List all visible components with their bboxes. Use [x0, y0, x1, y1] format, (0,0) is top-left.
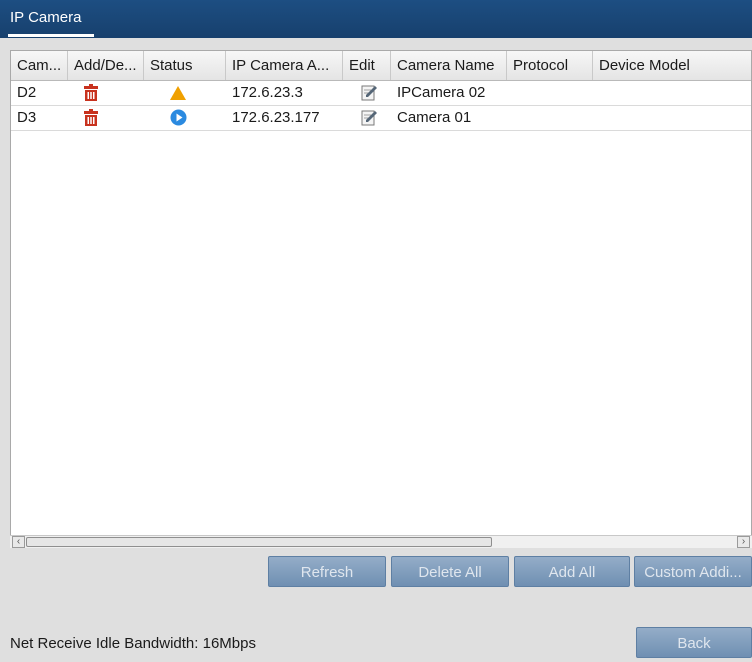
table-header: Cam... Add/De... Status IP Camera A... E…: [11, 51, 751, 81]
window-title: IP Camera: [10, 9, 82, 26]
column-header-ip-address[interactable]: IP Camera A...: [226, 51, 343, 80]
column-header-protocol[interactable]: Protocol: [507, 51, 593, 80]
scroll-right-arrow-icon[interactable]: ›: [737, 536, 750, 548]
column-header-edit[interactable]: Edit: [343, 51, 391, 80]
column-header-add-delete[interactable]: Add/De...: [68, 51, 144, 80]
table-row[interactable]: D3 172.6.23.177 Camera 01: [11, 106, 751, 133]
camera-name-cell: Camera 01: [397, 109, 472, 126]
column-header-camera-name[interactable]: Camera Name: [391, 51, 507, 80]
camera-name-cell: IPCamera 02: [397, 84, 486, 101]
protocol-cell: [507, 106, 593, 130]
scrollbar-thumb[interactable]: [26, 537, 492, 547]
bandwidth-status: Net Receive Idle Bandwidth: 16Mbps: [10, 635, 256, 652]
ip-camera-table: Cam... Add/De... Status IP Camera A... E…: [10, 50, 752, 548]
device-model-cell: [593, 106, 751, 130]
back-button[interactable]: Back: [636, 627, 752, 658]
column-header-status[interactable]: Status: [144, 51, 226, 80]
edit-icon[interactable]: [361, 84, 379, 108]
horizontal-scrollbar[interactable]: ‹ ›: [10, 535, 752, 548]
column-header-camera[interactable]: Cam...: [11, 51, 68, 80]
title-underline: [8, 34, 94, 37]
protocol-cell: [507, 81, 593, 105]
edit-icon[interactable]: [361, 109, 379, 133]
title-bar: IP Camera: [0, 0, 752, 38]
device-model-cell: [593, 81, 751, 105]
trash-icon[interactable]: [83, 109, 101, 133]
camera-id-cell: D3: [17, 109, 37, 126]
add-all-button[interactable]: Add All: [514, 556, 630, 587]
custom-add-button[interactable]: Custom Addi...: [634, 556, 752, 587]
refresh-button[interactable]: Refresh: [268, 556, 386, 587]
trash-icon[interactable]: [83, 84, 101, 108]
scroll-left-arrow-icon[interactable]: ‹: [12, 536, 25, 548]
camera-id-cell: D2: [17, 84, 37, 101]
play-icon[interactable]: [170, 109, 190, 133]
column-header-device-model[interactable]: Device Model: [593, 51, 751, 80]
table-row[interactable]: D2 172.6.23.3 IPCamera 02: [11, 81, 751, 108]
ip-address-cell: 172.6.23.177: [232, 109, 320, 126]
delete-all-button[interactable]: Delete All: [391, 556, 509, 587]
ip-address-cell: 172.6.23.3: [232, 84, 303, 101]
